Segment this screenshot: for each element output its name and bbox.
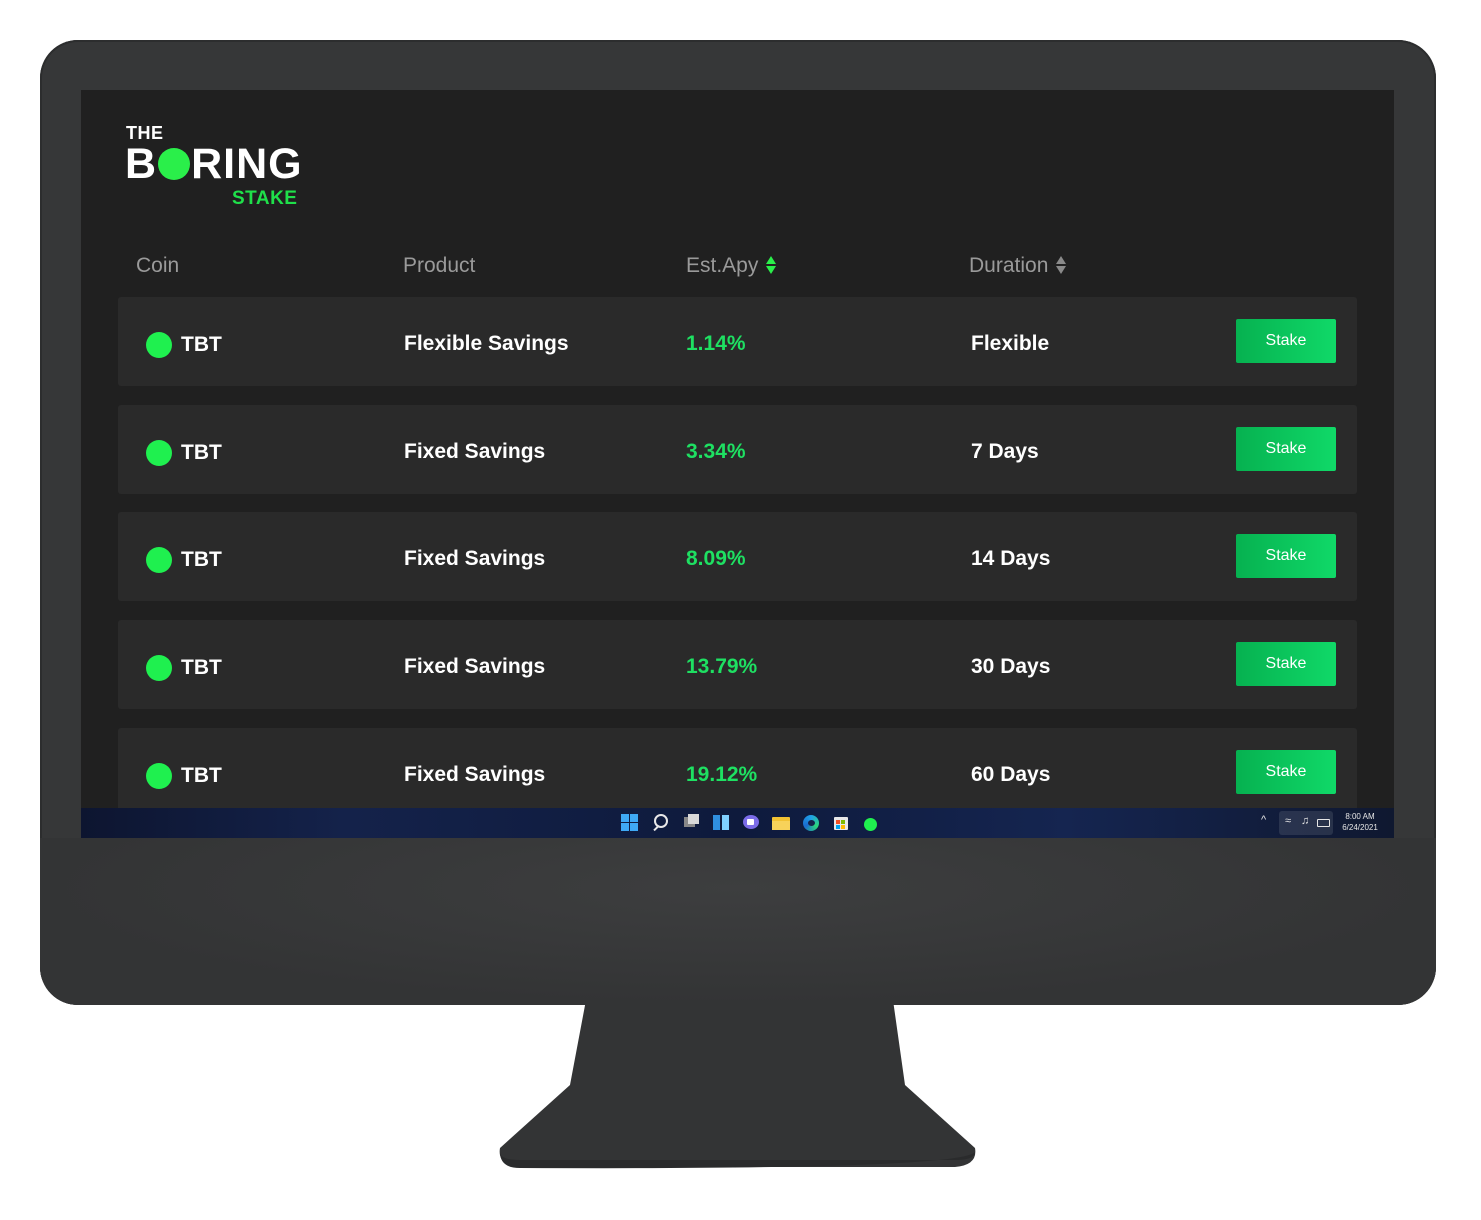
- coin-name: TBT: [181, 656, 222, 679]
- product-cell: Fixed Savings: [404, 763, 546, 786]
- volume-icon: ♫: [1301, 815, 1310, 827]
- table-row: TBT Fixed Savings 19.12% 60 Days Stake: [118, 728, 1357, 817]
- header-product: Product: [403, 254, 476, 277]
- coin-name: TBT: [181, 441, 222, 464]
- duration-cell: 30 Days: [971, 655, 1051, 678]
- apy-cell: 3.34%: [686, 440, 746, 463]
- duration-cell: 60 Days: [971, 763, 1051, 786]
- tray-chevron-icon[interactable]: ^: [1261, 814, 1266, 838]
- stake-button[interactable]: Stake: [1236, 642, 1336, 686]
- product-cell: Fixed Savings: [404, 547, 546, 570]
- file-explorer-icon[interactable]: [771, 813, 791, 833]
- clock-time: 8:00 AM: [1345, 812, 1375, 821]
- start-icon[interactable]: [620, 813, 640, 833]
- clock-date: 6/24/2021: [1342, 823, 1378, 832]
- coin-cell: TBT: [146, 547, 222, 573]
- boring-stake-app-icon[interactable]: [861, 813, 881, 833]
- header-apy[interactable]: Est.Apy: [686, 254, 777, 278]
- coin-cell: TBT: [146, 655, 222, 681]
- clock[interactable]: 8:00 AM 6/24/2021: [1335, 811, 1385, 833]
- header-duration-label: Duration: [969, 254, 1049, 277]
- stake-button[interactable]: Stake: [1236, 427, 1336, 471]
- stake-button[interactable]: Stake: [1236, 319, 1336, 363]
- table-row: TBT Flexible Savings 1.14% Flexible Stak…: [118, 297, 1357, 386]
- duration-cell: Flexible: [971, 332, 1050, 355]
- logo-o-dot: [158, 148, 191, 180]
- duration-cell: 7 Days: [971, 440, 1039, 463]
- apy-cell: 1.14%: [686, 332, 746, 355]
- coin-name: TBT: [181, 548, 222, 571]
- table-row: TBT Fixed Savings 8.09% 14 Days Stake: [118, 512, 1357, 601]
- coin-icon: [146, 440, 172, 466]
- stake-button[interactable]: Stake: [1236, 750, 1336, 794]
- table-row: TBT Fixed Savings 3.34% 7 Days Stake: [118, 405, 1357, 494]
- taskbar: ^ ≈ ♫ 8:00 AM 6/24/2021: [81, 808, 1394, 838]
- edge-icon[interactable]: [801, 813, 821, 833]
- coin-name: TBT: [181, 333, 222, 356]
- apy-cell: 8.09%: [686, 547, 746, 570]
- screen: THE B RING STAKE Coin Product Est.Apy Dur…: [81, 90, 1394, 838]
- monitor-mockup: THE B RING STAKE Coin Product Est.Apy Dur…: [0, 0, 1481, 1220]
- logo-stake-text: STAKE: [232, 188, 298, 209]
- search-icon[interactable]: [651, 813, 671, 833]
- coin-icon: [146, 547, 172, 573]
- chat-icon[interactable]: [741, 813, 761, 833]
- coin-icon: [146, 332, 172, 358]
- logo-boring-text: B RING: [125, 140, 303, 188]
- widgets-icon[interactable]: [711, 813, 731, 833]
- coin-icon: [146, 655, 172, 681]
- battery-icon: [1317, 819, 1330, 827]
- product-cell: Flexible Savings: [404, 332, 569, 355]
- coin-icon: [146, 763, 172, 789]
- monitor-chin: [40, 838, 1436, 1005]
- header-apy-label: Est.Apy: [686, 254, 759, 277]
- duration-cell: 14 Days: [971, 547, 1051, 570]
- product-cell: Fixed Savings: [404, 440, 546, 463]
- coin-cell: TBT: [146, 763, 222, 789]
- stake-button[interactable]: Stake: [1236, 534, 1336, 578]
- task-view-icon[interactable]: [681, 813, 701, 833]
- brand-logo[interactable]: THE B RING STAKE: [125, 122, 305, 212]
- coin-cell: TBT: [146, 332, 222, 358]
- header-coin: Coin: [136, 254, 180, 277]
- coin-name: TBT: [181, 764, 222, 787]
- product-cell: Fixed Savings: [404, 655, 546, 678]
- apy-cell: 13.79%: [686, 655, 758, 678]
- table-header: Coin Product Est.Apy Duration: [118, 254, 1358, 284]
- header-duration[interactable]: Duration: [969, 254, 1067, 278]
- wifi-icon: ≈: [1285, 815, 1292, 827]
- apy-cell: 19.12%: [686, 763, 758, 786]
- store-icon[interactable]: [831, 813, 851, 833]
- coin-cell: TBT: [146, 440, 222, 466]
- sort-icon[interactable]: [766, 255, 777, 275]
- sort-icon[interactable]: [1056, 255, 1067, 275]
- table-row: TBT Fixed Savings 13.79% 30 Days Stake: [118, 620, 1357, 709]
